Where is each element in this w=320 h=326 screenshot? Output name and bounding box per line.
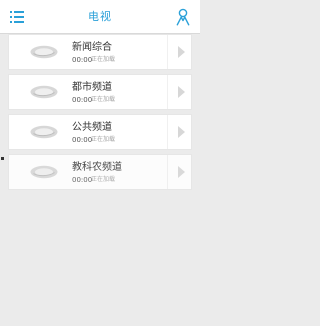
top-bar: 电视 xyxy=(0,0,200,34)
channel-item-education[interactable]: 教科农频道 00:00 正在加载 xyxy=(8,154,192,190)
play-button[interactable] xyxy=(168,35,193,69)
channel-logo-icon xyxy=(29,124,59,140)
channel-name: 新闻综合 xyxy=(72,42,112,53)
channel-time: 00:00 xyxy=(72,96,93,104)
play-icon xyxy=(178,46,185,58)
play-icon xyxy=(178,126,185,138)
channel-name: 公共频道 xyxy=(72,122,112,133)
channel-logo-graphic xyxy=(30,85,58,99)
channel-item-news[interactable]: 新闻综合 00:00 正在加载 xyxy=(8,34,192,70)
channel-main[interactable]: 新闻综合 00:00 正在加载 xyxy=(9,35,167,69)
channel-logo-icon xyxy=(29,44,59,60)
user-icon[interactable] xyxy=(176,8,190,26)
channel-logo-graphic xyxy=(30,165,58,179)
menu-icon[interactable] xyxy=(10,11,24,23)
page-indicator-dot xyxy=(1,157,4,160)
user-icon-graphic xyxy=(176,8,190,26)
page-title: 电视 xyxy=(88,10,112,23)
channel-status: 正在加载 xyxy=(91,176,116,183)
menu-row xyxy=(10,16,24,18)
channel-logo-icon xyxy=(29,84,59,100)
channel-main[interactable]: 都市频道 00:00 正在加载 xyxy=(9,75,167,109)
play-icon xyxy=(178,86,185,98)
channel-status: 正在加载 xyxy=(91,136,116,143)
menu-line xyxy=(14,21,24,23)
menu-row xyxy=(10,11,24,13)
channel-logo-icon xyxy=(29,164,59,180)
play-button[interactable] xyxy=(168,155,193,189)
channel-time: 00:00 xyxy=(72,136,93,144)
channel-time: 00:00 xyxy=(72,176,93,184)
channel-logo-graphic xyxy=(30,45,58,59)
play-button[interactable] xyxy=(168,115,193,149)
channel-name: 教科农频道 xyxy=(72,162,122,173)
channel-status: 正在加载 xyxy=(91,96,116,103)
channel-time: 00:00 xyxy=(72,56,93,64)
channel-logo-graphic xyxy=(30,125,58,139)
play-icon xyxy=(178,166,185,178)
channel-status: 正在加载 xyxy=(91,56,116,63)
menu-dot xyxy=(10,11,12,13)
tv-screen: 电视 新闻综合 00:00 正在加载 都市频道 00:00 正在加载 公共频道 … xyxy=(0,0,200,326)
menu-line xyxy=(14,11,24,13)
menu-row xyxy=(10,21,24,23)
menu-dot xyxy=(10,16,12,18)
channel-main[interactable]: 公共频道 00:00 正在加载 xyxy=(9,115,167,149)
channel-name: 都市频道 xyxy=(72,82,112,93)
channel-item-city[interactable]: 都市频道 00:00 正在加载 xyxy=(8,74,192,110)
menu-line xyxy=(14,16,24,18)
channel-item-public[interactable]: 公共频道 00:00 正在加载 xyxy=(8,114,192,150)
play-button[interactable] xyxy=(168,75,193,109)
channel-main[interactable]: 教科农频道 00:00 正在加载 xyxy=(9,155,167,189)
menu-dot xyxy=(10,21,12,23)
